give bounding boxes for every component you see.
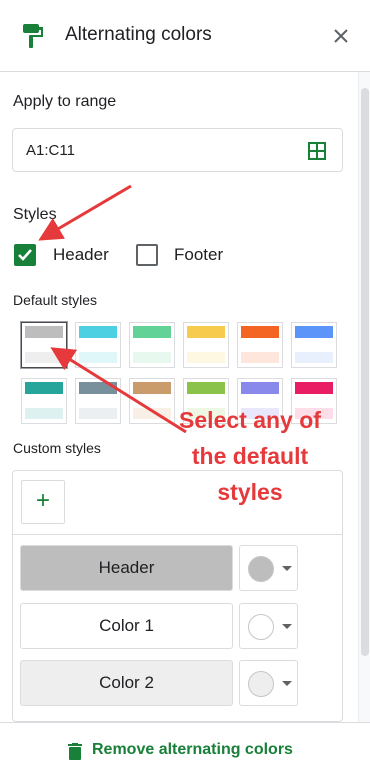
swatch-band — [79, 408, 117, 419]
default-style-swatch[interactable] — [237, 322, 283, 368]
check-icon — [18, 249, 32, 261]
default-style-swatch[interactable] — [129, 322, 175, 368]
custom-styles-divider — [12, 534, 343, 535]
default-style-swatch[interactable] — [21, 322, 67, 368]
swatch-band — [25, 326, 63, 338]
range-input[interactable]: A1:C11 — [12, 128, 343, 172]
color-swatch-icon — [248, 671, 274, 697]
swatch-band — [25, 340, 63, 350]
swatch-band — [79, 352, 117, 363]
header-checkbox[interactable] — [14, 244, 36, 266]
swatch-band — [187, 352, 225, 363]
styles-label: Styles — [13, 206, 57, 223]
swatch-band — [187, 326, 225, 338]
custom-color1-button[interactable]: Color 1 — [20, 603, 233, 649]
swatch-band — [295, 352, 333, 363]
chevron-down-icon — [282, 624, 292, 629]
swatch-band — [25, 396, 63, 406]
swatch-band — [133, 340, 171, 350]
close-icon[interactable] — [330, 25, 352, 47]
grid-select-icon[interactable] — [308, 142, 326, 160]
color-swatch-icon — [248, 556, 274, 582]
trash-icon — [68, 743, 82, 760]
swatch-band — [79, 382, 117, 394]
remove-alternating-colors-label: Remove alternating colors — [92, 741, 293, 758]
swatch-band — [241, 382, 279, 394]
default-style-swatch[interactable] — [75, 378, 121, 424]
swatch-band — [295, 340, 333, 350]
paint-format-icon — [23, 24, 43, 48]
plus-icon: + — [35, 487, 50, 514]
header-color-picker[interactable] — [239, 545, 298, 591]
scrollbar-thumb[interactable] — [361, 88, 369, 656]
custom-header-button[interactable]: Header — [20, 545, 233, 591]
swatch-band — [79, 326, 117, 338]
swatch-band — [187, 382, 225, 394]
swatch-band — [241, 326, 279, 338]
remove-alternating-colors-button[interactable]: Remove alternating colors — [0, 722, 370, 771]
swatch-band — [295, 326, 333, 338]
chevron-down-icon — [282, 681, 292, 686]
footer-checkbox-label: Footer — [174, 245, 224, 264]
swatch-band — [241, 340, 279, 350]
swatch-band — [295, 382, 333, 394]
swatch-band — [133, 382, 171, 394]
panel-title: Alternating colors — [65, 24, 212, 45]
swatch-band — [241, 352, 279, 363]
color-swatch-icon — [248, 614, 274, 640]
swatch-band — [79, 340, 117, 350]
swatch-band — [79, 396, 117, 406]
footer-checkbox[interactable] — [136, 244, 158, 266]
color2-color-picker[interactable] — [239, 660, 298, 706]
custom-color2-button[interactable]: Color 2 — [20, 660, 233, 706]
default-styles-label: Default styles — [13, 292, 98, 308]
default-style-swatch[interactable] — [291, 322, 337, 368]
swatch-band — [133, 352, 171, 363]
swatch-band — [25, 382, 63, 394]
range-value[interactable]: A1:C11 — [26, 142, 75, 159]
chevron-down-icon — [282, 566, 292, 571]
sidebar-header: Alternating colors — [0, 0, 370, 72]
swatch-band — [25, 408, 63, 419]
add-custom-style-button[interactable]: + — [21, 480, 65, 524]
header-checkbox-label: Header — [53, 245, 109, 264]
color1-color-picker[interactable] — [239, 603, 298, 649]
apply-to-range-label: Apply to range — [13, 93, 117, 110]
annotation-text: Select any of the default styles — [179, 407, 321, 505]
swatch-band — [25, 352, 63, 363]
default-style-swatch[interactable] — [21, 378, 67, 424]
default-style-swatch[interactable] — [183, 322, 229, 368]
custom-styles-label: Custom styles — [13, 440, 101, 456]
default-style-swatch[interactable] — [75, 322, 121, 368]
swatch-band — [187, 340, 225, 350]
swatch-band — [133, 326, 171, 338]
